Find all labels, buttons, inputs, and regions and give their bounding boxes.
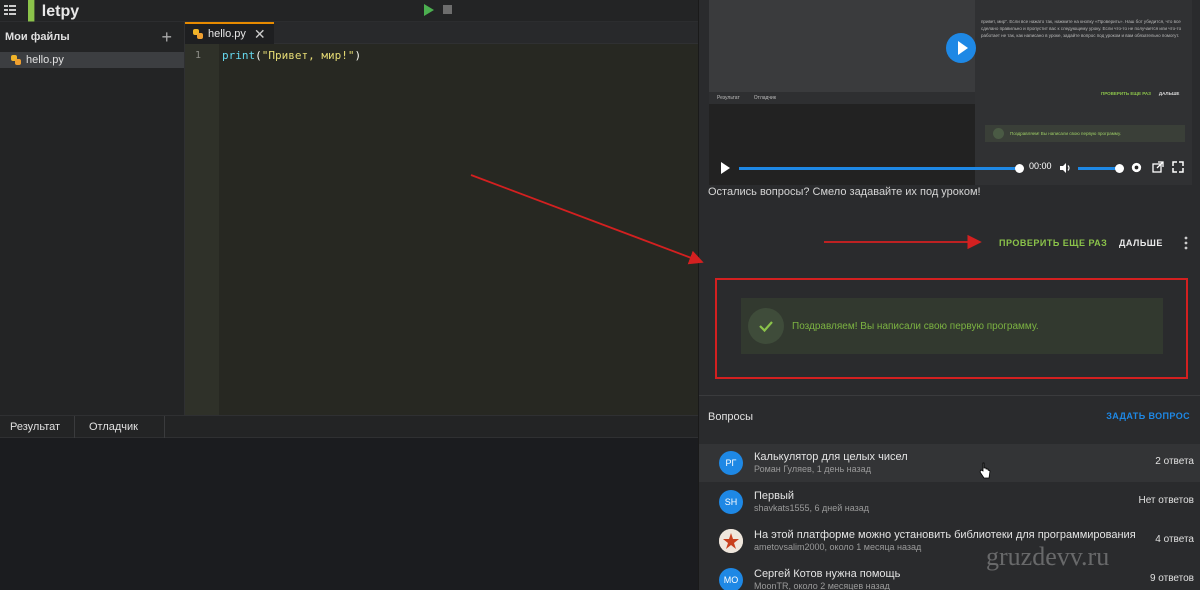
app-root: ▌letpy СН Мои файлы + hello.py hello.py … <box>0 0 1200 590</box>
question-meta: MoonTR, около 2 месяцев назад <box>754 581 890 590</box>
avatar <box>719 529 743 553</box>
check-circle-icon <box>993 128 1004 139</box>
question-item[interactable]: РГ Калькулятор для целых чисел Роман Гул… <box>699 444 1200 482</box>
video-tab-result: Результат <box>717 95 740 101</box>
video-frame-buttons: ПРОВЕРИТЬ ЕЩЕ РАЗ ДАЛЬШЕ <box>1101 91 1179 96</box>
video-frame-editor <box>709 0 975 92</box>
fullscreen-icon[interactable] <box>1172 161 1184 173</box>
answers-count: 9 ответов <box>1149 573 1194 584</box>
result-output <box>0 438 698 590</box>
code-editor[interactable]: 1 print("Привет, мир!") <box>185 44 698 415</box>
gear-icon[interactable] <box>1130 161 1143 174</box>
file-sidebar: Мои файлы + hello.py <box>0 22 185 415</box>
question-title: Сергей Котов нужна помощь <box>754 568 901 580</box>
video-player[interactable]: Результат Отладчик привет, мир". Если вс… <box>709 0 1192 185</box>
video-frame-tabs: Результат Отладчик <box>709 92 975 104</box>
code-paren-open: ( <box>255 49 262 62</box>
success-alert: Поздравляем! Вы написали свою первую про… <box>741 298 1163 354</box>
video-time: 00:00 <box>1029 161 1052 171</box>
volume-icon[interactable] <box>1059 162 1071 174</box>
external-link-icon[interactable] <box>1152 161 1164 173</box>
video-frame-text: привет, мир". Если все нажато так, нажми… <box>981 19 1182 38</box>
question-item[interactable]: МО Сергей Котов нужна помощь MoonTR, око… <box>699 561 1200 590</box>
volume-knob[interactable] <box>1115 164 1124 173</box>
editor-tabbar: hello.py ✕ <box>185 22 698 44</box>
question-title: Первый <box>754 490 795 502</box>
check-again-button[interactable]: ПРОВЕРИТЬ ЕЩЕ РАЗ <box>999 238 1107 248</box>
watermark-text: gruzdevv.ru <box>986 542 1110 571</box>
video-frame-success: Поздравляем! Вы написали свою первую про… <box>985 125 1185 142</box>
code-string: "Привет, мир!" <box>261 49 355 62</box>
video-frame-success-text: Поздравляем! Вы написали свою первую про… <box>1010 131 1121 136</box>
check-icon <box>748 308 784 344</box>
code-paren-close: ) <box>354 49 362 62</box>
logo-text: letpy <box>41 3 80 20</box>
python-icon <box>193 29 203 39</box>
stop-icon[interactable] <box>443 5 452 14</box>
ask-question-button[interactable]: ЗАДАТЬ ВОПРОС <box>1106 411 1190 421</box>
result-tabbar: Результат Отладчик <box>0 415 698 438</box>
play-overlay-icon[interactable] <box>946 33 976 63</box>
video-tab-debugger: Отладчик <box>753 95 777 101</box>
python-icon <box>11 55 21 65</box>
question-meta: shavkats1555, 6 дней назад <box>754 503 870 513</box>
tab-debugger[interactable]: Отладчик <box>75 416 165 438</box>
tab-label: hello.py <box>208 28 246 40</box>
tab-result[interactable]: Результат <box>0 416 75 438</box>
files-tree-icon[interactable] <box>3 3 17 17</box>
question-meta: ametovsalim2000, около 1 месяца назад <box>754 542 922 552</box>
line-gutter: 1 <box>185 44 219 415</box>
avatar: SH <box>719 490 743 514</box>
question-title: Калькулятор для целых чисел <box>754 451 908 463</box>
question-title: На этой платформе можно установить библи… <box>754 529 1136 541</box>
progress-knob[interactable] <box>1015 164 1024 173</box>
volume-slider[interactable] <box>1078 167 1120 170</box>
code-function: print <box>222 49 256 62</box>
play-icon[interactable] <box>721 162 730 174</box>
sidebar-header: Мои файлы + <box>0 22 184 52</box>
close-icon[interactable]: ✕ <box>254 27 266 41</box>
questions-header: Вопросы ЗАДАТЬ ВОПРОС <box>699 395 1200 439</box>
sidebar-title: Мои файлы <box>5 31 70 43</box>
questions-list: РГ Калькулятор для целых чисел Роман Гул… <box>699 444 1200 590</box>
avatar: МО <box>719 568 743 590</box>
file-item-hello[interactable]: hello.py <box>0 52 184 68</box>
video-frame-next: ДАЛЬШЕ <box>1158 91 1180 96</box>
success-message: Поздравляем! Вы написали свою первую про… <box>792 320 1039 332</box>
run-icon[interactable] <box>424 4 434 16</box>
video-controls: 00:00 <box>709 157 1192 179</box>
question-meta: Роман Гуляев, 1 день назад <box>754 464 871 474</box>
code-line[interactable]: print("Привет, мир!") <box>222 49 361 62</box>
tab-debugger-label: Отладчик <box>89 421 138 433</box>
questions-title: Вопросы <box>708 411 754 423</box>
logo[interactable]: ▌letpy <box>28 0 79 22</box>
answers-count: 4 ответа <box>1155 534 1194 545</box>
answers-count: 2 ответа <box>1155 456 1194 467</box>
avatar-image-icon <box>719 529 743 553</box>
avatar: РГ <box>719 451 743 475</box>
lesson-panel: Результат Отладчик привет, мир". Если вс… <box>698 0 1200 590</box>
plus-icon[interactable]: + <box>161 27 172 48</box>
file-name: hello.py <box>26 54 64 66</box>
next-button[interactable]: ДАЛЬШЕ <box>1119 238 1163 248</box>
question-item[interactable]: На этой платформе можно установить библи… <box>699 522 1200 560</box>
questions-note: Остались вопросы? Смело задавайте их под… <box>708 186 981 198</box>
answers-count: Нет ответов <box>1138 495 1194 506</box>
question-item[interactable]: SH Первый shavkats1555, 6 дней назад Нет… <box>699 483 1200 521</box>
cursor-hand-icon <box>979 462 991 479</box>
more-vertical-icon[interactable] <box>1183 236 1189 250</box>
tab-result-label: Результат <box>10 421 61 433</box>
video-progress[interactable] <box>739 167 1019 170</box>
video-frame-check: ПРОВЕРИТЬ ЕЩЕ РАЗ <box>1101 91 1151 96</box>
tab-hello-py[interactable]: hello.py ✕ <box>185 22 274 44</box>
logo-mark-icon: ▌ <box>28 0 41 20</box>
line-number: 1 <box>195 50 202 61</box>
